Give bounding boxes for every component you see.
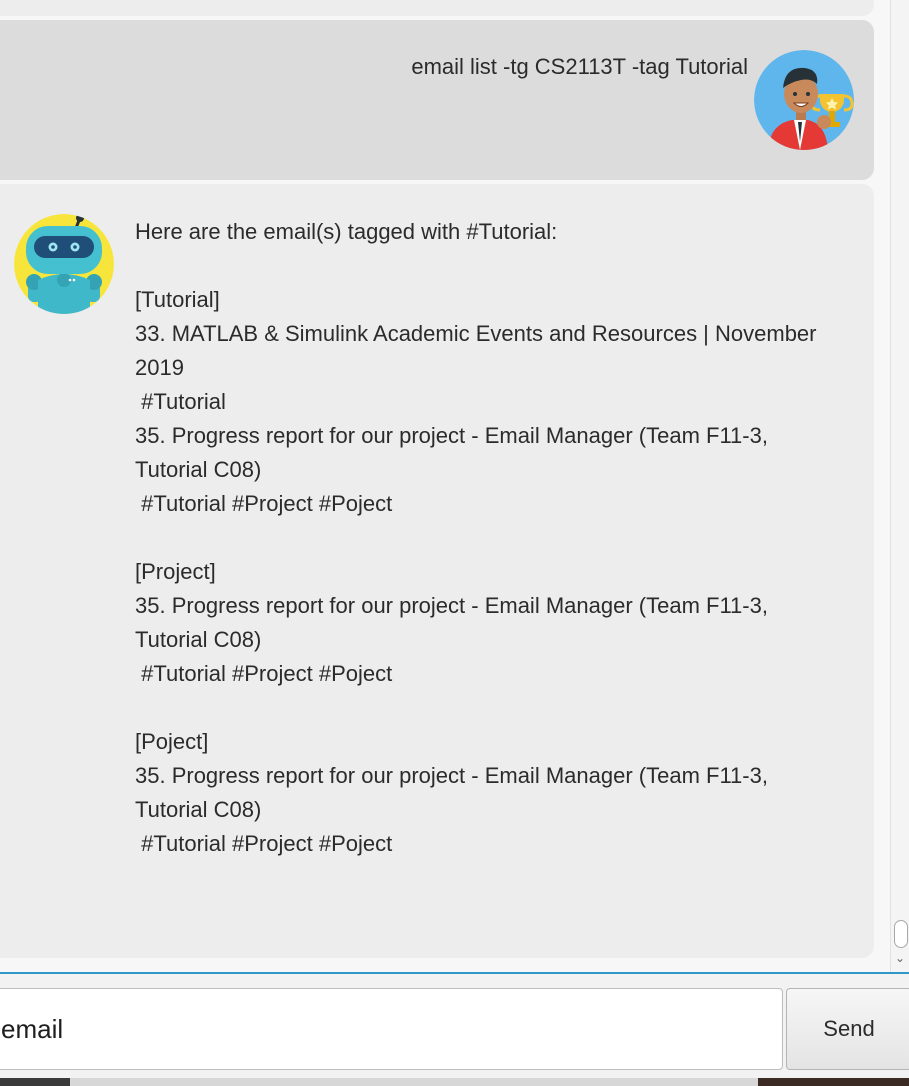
user-avatar-icon <box>754 50 854 150</box>
robot-avatar-icon <box>14 214 114 314</box>
user-message-text: email list -tg CS2113T -tag Tutorial <box>411 54 748 79</box>
input-area: Send <box>0 974 909 1078</box>
taskbar-segment-left <box>0 1078 70 1086</box>
chevron-down-icon[interactable]: ⌄ <box>893 950 907 966</box>
scrollbar-thumb[interactable] <box>894 920 908 948</box>
taskbar-segment-right <box>758 1078 909 1086</box>
bot-message-text: Here are the email(s) tagged with #Tutor… <box>135 219 817 856</box>
chat-area[interactable]: email list -tg CS2113T -tag Tutorial Her… <box>0 0 890 972</box>
taskbar-strip <box>0 1078 909 1086</box>
command-input[interactable] <box>0 988 783 1070</box>
send-button[interactable]: Send <box>786 988 909 1070</box>
vertical-scrollbar[interactable]: ⌄ <box>890 0 909 972</box>
user-message-bubble <box>0 20 874 180</box>
previous-message-bubble <box>0 0 874 16</box>
